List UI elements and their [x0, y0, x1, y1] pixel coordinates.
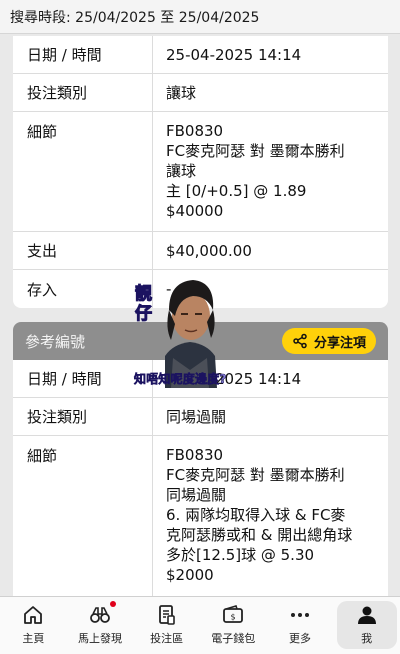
row-value: $40,000.00	[166, 241, 252, 260]
row-label: 日期 / 時間	[13, 36, 153, 73]
search-period-bar: 搜尋時段: 25/04/2025 至 25/04/2025	[0, 0, 400, 34]
row-datetime: 日期 / 時間 25-04-2025 14:14	[13, 36, 388, 74]
row-details: 細節 FB0830 FC麥克阿瑟 對 墨爾本勝利 同場過關 6. 兩隊均取得入球…	[13, 436, 388, 612]
share-icon	[293, 333, 307, 349]
wallet-icon: $	[223, 605, 244, 623]
row-label: 存入	[13, 270, 153, 308]
betslip-icon	[158, 605, 175, 625]
row-label: 細節	[13, 112, 153, 231]
detail-line: $40000	[166, 202, 224, 220]
tab-label: 馬上發現	[77, 632, 122, 645]
binoculars-icon	[90, 607, 110, 623]
tab-discover[interactable]: 馬上發現	[70, 601, 130, 646]
row-label: 投注類別	[13, 398, 153, 435]
row-value: 同場過關	[166, 408, 227, 426]
row-details: 細節 FB0830 FC麥克阿瑟 對 墨爾本勝利 讓球 主 [0/+0.5] @…	[13, 112, 388, 232]
detail-line: FB0830	[166, 446, 224, 464]
search-period-text: 搜尋時段: 25/04/2025 至 25/04/2025	[10, 9, 260, 26]
tab-label: 主頁	[22, 632, 45, 645]
tab-label: 電子錢包	[211, 632, 256, 645]
share-bet-button[interactable]: 分享注項	[281, 328, 376, 354]
tab-betting-zone[interactable]: 投注區	[137, 603, 197, 646]
tab-label: 更多	[288, 632, 311, 645]
row-value: 讓球	[166, 84, 197, 102]
tab-home[interactable]: 主頁	[3, 603, 63, 646]
row-label: 日期 / 時間	[13, 360, 153, 397]
details-lines: FB0830 FC麥克阿瑟 對 墨爾本勝利 同場過關 6. 兩隊均取得入球 & …	[153, 436, 388, 612]
details-lines: FB0830 FC麥克阿瑟 對 墨爾本勝利 讓球 主 [0/+0.5] @ 1.…	[153, 112, 388, 231]
meme-caption: 知唔知呢度邊度?	[134, 372, 227, 387]
row-bet-type: 投注類別 讓球	[13, 74, 388, 112]
row-label: 細節	[13, 436, 153, 612]
tab-more[interactable]: 更多	[270, 603, 330, 646]
row-bet-type: 投注類別 同場過關	[13, 398, 388, 436]
row-value: 25-04-2025 14:14	[166, 45, 302, 64]
share-bet-label: 分享注項	[313, 335, 366, 351]
tab-e-wallet[interactable]: $ 電子錢包	[203, 603, 263, 646]
detail-line: 克阿瑟勝或和 & 開出總角球	[166, 526, 353, 544]
tab-label: 我	[361, 632, 373, 645]
reference-label: 參考編號	[25, 332, 86, 351]
profile-icon	[357, 606, 376, 624]
detail-line: FB0830	[166, 122, 224, 140]
detail-line: 主 [0/+0.5] @ 1.89	[166, 182, 307, 200]
tab-me[interactable]: 我	[336, 601, 397, 649]
meme-vertical-text: 靚仔	[135, 284, 153, 325]
detail-line: 多於[12.5]球 @ 5.30	[166, 546, 315, 564]
row-label: 支出	[13, 232, 153, 269]
detail-line: 讓球	[166, 162, 197, 180]
tab-label: 投注區	[150, 632, 184, 645]
svg-text:$: $	[231, 613, 236, 622]
detail-line: 同場過關	[166, 486, 227, 504]
detail-line: 6. 兩隊均取得入球 & FC麥	[166, 506, 346, 524]
row-payout: 支出 $40,000.00	[13, 232, 388, 270]
bottom-tab-bar: 主頁 馬上發現 投注區 $ 電子錢包 更多 我	[0, 596, 400, 654]
detail-line: $2000	[166, 566, 214, 584]
row-label: 投注類別	[13, 74, 153, 111]
detail-line: FC麥克阿瑟 對 墨爾本勝利	[166, 466, 345, 484]
detail-line: FC麥克阿瑟 對 墨爾本勝利	[166, 142, 345, 160]
more-icon	[290, 613, 309, 617]
home-icon	[24, 606, 43, 624]
notification-dot	[109, 601, 116, 607]
